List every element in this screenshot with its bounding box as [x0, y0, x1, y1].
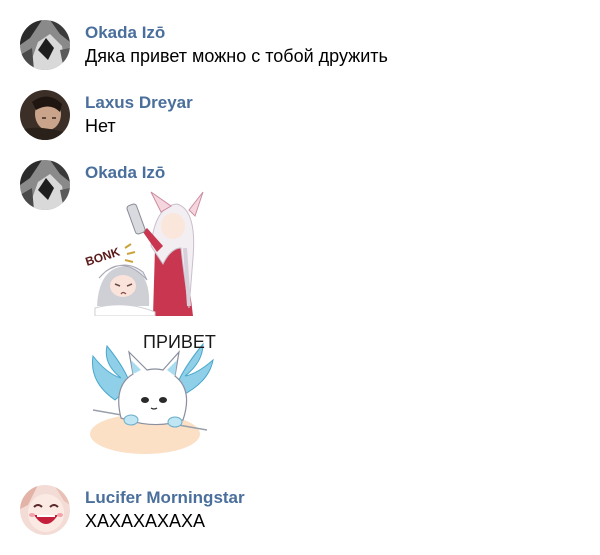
- author-name[interactable]: Okada Izō: [85, 23, 165, 43]
- bonk-sticker-icon: BONK: [85, 191, 204, 316]
- privet-fox-sticker-icon: ПРИВЕТ: [90, 332, 216, 454]
- chat-message-list: Okada Izō Дяка привет можно с тобой друж…: [0, 0, 600, 555]
- avatar[interactable]: [20, 160, 70, 210]
- message-row: Laxus Dreyar Нет: [0, 70, 600, 150]
- message-row: Lucifer Morningstar ХАХАХАХАХА: [0, 465, 600, 555]
- avatar[interactable]: [20, 20, 70, 70]
- dark-portrait-avatar-icon: [20, 90, 70, 140]
- bonk-sticker[interactable]: BONK: [85, 188, 225, 316]
- message-row: Okada Izō Дяка привет можно с тобой друж…: [0, 0, 600, 80]
- grayscale-portrait-avatar-icon: [20, 160, 70, 210]
- avatar[interactable]: [20, 90, 70, 140]
- message-text: Нет: [85, 116, 116, 136]
- author-name[interactable]: Okada Izō: [85, 163, 165, 183]
- message-text: ХАХАХАХАХА: [85, 511, 206, 531]
- avatar[interactable]: [20, 485, 70, 535]
- author-name[interactable]: Laxus Dreyar: [85, 93, 193, 113]
- message-text: Дяка привет можно с тобой дружить: [85, 46, 388, 66]
- message-row: Okada Izō BONK ПРИВЕТ: [0, 140, 600, 470]
- author-name[interactable]: Lucifer Morningstar: [85, 488, 245, 508]
- grayscale-portrait-avatar-icon: [20, 20, 70, 70]
- laughing-face-avatar-icon: [20, 485, 70, 535]
- bonk-caption: BONK: [85, 245, 122, 269]
- privet-caption: ПРИВЕТ: [143, 332, 216, 352]
- privet-fox-sticker[interactable]: ПРИВЕТ: [85, 330, 225, 460]
